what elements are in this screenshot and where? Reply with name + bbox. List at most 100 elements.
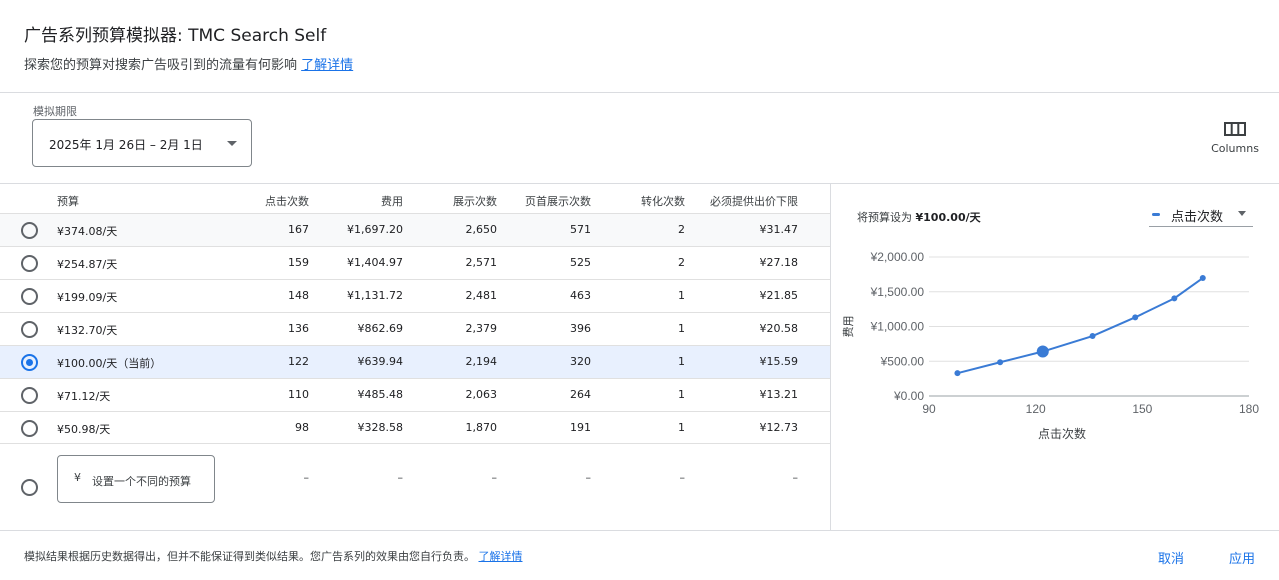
cell-clicks-empty: – xyxy=(303,471,310,484)
cell-impressions: 2,063 xyxy=(465,388,498,401)
cell-conversions-empty: – xyxy=(679,471,686,484)
series-line xyxy=(957,277,1204,375)
dialog-title: 广告系列预算模拟器: TMC Search Self xyxy=(24,26,327,46)
cell-impressions: 2,571 xyxy=(465,256,498,269)
cell-top-impressions: 320 xyxy=(570,355,591,368)
cell-clicks: 148 xyxy=(288,289,309,302)
cell-top-impressions: 571 xyxy=(570,223,591,236)
budget-radio[interactable] xyxy=(21,420,38,437)
data-point xyxy=(1089,333,1096,340)
cell-budget: ¥199.09/天 xyxy=(57,291,118,304)
cell-budget: ¥374.08/天 xyxy=(57,225,118,238)
cell-min-bid: ¥31.47 xyxy=(759,223,799,236)
cell-cost-empty: – xyxy=(397,471,404,484)
cell-conversions: 1 xyxy=(678,355,685,368)
cell-min-bid: ¥27.18 xyxy=(759,256,799,269)
cell-cost: ¥639.94 xyxy=(357,355,404,368)
subtitle-text: 探索您的预算对搜索广告吸引到的流量有何影响 xyxy=(24,58,298,73)
currency-sign: ¥ xyxy=(74,471,81,484)
date-range-select[interactable]: 2025年 1月 26日 – 2月 1日 xyxy=(32,119,252,167)
x-tick-label: 180 xyxy=(1239,402,1259,416)
table-row-current[interactable]: ¥100.00/天（当前） 122 ¥639.94 2,194 320 1 ¥1… xyxy=(0,345,830,378)
y-tick-label: ¥2,000.00 xyxy=(870,250,925,264)
custom-budget-row: ¥ 设置一个不同的预算 – – – – – – xyxy=(0,443,830,530)
dialog-subtitle: 探索您的预算对搜索广告吸引到的流量有何影响 了解详情 xyxy=(24,54,353,73)
cell-impressions: 1,870 xyxy=(465,421,498,434)
cell-clicks: 159 xyxy=(288,256,309,269)
header-conversions: 转化次数 xyxy=(641,195,685,208)
cell-min-bid: ¥12.73 xyxy=(759,421,799,434)
custom-budget-input[interactable]: ¥ 设置一个不同的预算 xyxy=(57,455,215,503)
learn-more-link[interactable]: 了解详情 xyxy=(301,58,353,73)
data-point xyxy=(1199,275,1206,282)
cell-budget: ¥100.00/天（当前） xyxy=(57,357,162,370)
columns-button[interactable]: Columns xyxy=(1204,119,1266,159)
cell-clicks: 110 xyxy=(288,388,309,401)
cell-top-impressions: 191 xyxy=(570,421,591,434)
table-row[interactable]: ¥71.12/天 110 ¥485.48 2,063 264 1 ¥13.21 xyxy=(0,378,830,411)
budget-radio-selected[interactable] xyxy=(21,354,38,371)
table-row[interactable]: ¥199.09/天 148 ¥1,131.72 2,481 463 1 ¥21.… xyxy=(0,279,830,312)
data-point xyxy=(1171,295,1178,302)
cell-budget: ¥71.12/天 xyxy=(57,390,111,403)
table-row[interactable]: ¥374.08/天 167 ¥1,697.20 2,650 571 2 ¥31.… xyxy=(0,213,830,246)
cost-clicks-chart: ¥0.00 ¥500.00 ¥1,000.00 ¥1,500.00 ¥2,000.00 9… xyxy=(842,250,1259,441)
cancel-button[interactable]: 取消 xyxy=(1158,548,1184,567)
date-range-label: 模拟期限 xyxy=(33,105,77,118)
x-tick-label: 150 xyxy=(1132,402,1152,416)
y-tick-label: ¥1,500.00 xyxy=(870,285,925,299)
budget-radio[interactable] xyxy=(21,255,38,272)
cell-top-impressions-empty: – xyxy=(585,471,592,484)
cell-top-impressions: 463 xyxy=(570,289,591,302)
apply-button[interactable]: 应用 xyxy=(1229,548,1255,567)
budget-radio[interactable] xyxy=(21,387,38,404)
cell-min-bid: ¥13.21 xyxy=(759,388,799,401)
cell-cost: ¥1,131.72 xyxy=(347,289,403,302)
cell-min-bid: ¥15.59 xyxy=(759,355,799,368)
y-tick-label: ¥1,000.00 xyxy=(870,320,925,334)
y-axis-label: 费用 xyxy=(842,316,855,338)
budget-radio[interactable] xyxy=(21,222,38,239)
custom-budget-radio[interactable] xyxy=(21,479,38,496)
header-cost: 费用 xyxy=(381,195,403,208)
header-min-bid: 必须提供出价下限 xyxy=(710,195,798,208)
cell-clicks: 136 xyxy=(288,322,309,335)
cell-min-bid-empty: – xyxy=(792,471,799,484)
cell-budget: ¥132.70/天 xyxy=(57,324,118,337)
chart-panel: 将预算设为 ¥100.00/天 点击次数 ¥0.00 ¥500.00 ¥1,000.… xyxy=(831,183,1279,530)
disclaimer: 模拟结果根据历史数据得出，但并不能保证得到类似结果。您广告系列的效果由您自行负责… xyxy=(24,548,523,564)
cell-clicks: 98 xyxy=(295,421,309,434)
cell-conversions: 2 xyxy=(678,256,685,269)
cell-min-bid: ¥21.85 xyxy=(759,289,799,302)
cell-conversions: 1 xyxy=(678,421,685,434)
header-top-impressions: 页首展示次数 xyxy=(525,195,591,208)
caret-down-icon xyxy=(227,141,237,146)
date-range-value: 2025年 1月 26日 – 2月 1日 xyxy=(49,138,203,152)
budget-radio[interactable] xyxy=(21,321,38,338)
data-point xyxy=(1132,314,1139,321)
data-point xyxy=(954,370,961,377)
cell-budget: ¥254.87/天 xyxy=(57,258,118,271)
cell-cost: ¥485.48 xyxy=(357,388,404,401)
budget-radio[interactable] xyxy=(21,288,38,305)
y-tick-label: ¥500.00 xyxy=(880,354,925,368)
footer-learn-more-link[interactable]: 了解详情 xyxy=(479,550,523,563)
cell-cost: ¥1,404.97 xyxy=(347,256,403,269)
columns-label: Columns xyxy=(1211,142,1259,155)
cell-clicks: 167 xyxy=(288,223,309,236)
cell-impressions: 2,379 xyxy=(465,322,498,335)
table-row[interactable]: ¥132.70/天 136 ¥862.69 2,379 396 1 ¥20.58 xyxy=(0,312,830,345)
table-header: 预算 点击次数 费用 展示次数 页首展示次数 转化次数 必须提供出价下限 xyxy=(0,184,830,213)
custom-budget-placeholder: 设置一个不同的预算 xyxy=(92,475,191,488)
cell-top-impressions: 396 xyxy=(570,322,591,335)
dialog-header: 广告系列预算模拟器: TMC Search Self 探索您的预算对搜索广告吸引… xyxy=(0,0,1279,93)
cell-budget: ¥50.98/天 xyxy=(57,423,111,436)
disclaimer-text: 模拟结果根据历史数据得出，但并不能保证得到类似结果。您广告系列的效果由您自行负责… xyxy=(24,550,475,563)
cell-cost: ¥862.69 xyxy=(357,322,404,335)
x-tick-label: 120 xyxy=(1026,402,1046,416)
table-row[interactable]: ¥254.87/天 159 ¥1,404.97 2,571 525 2 ¥27.… xyxy=(0,246,830,279)
cell-cost: ¥328.58 xyxy=(357,421,404,434)
header-clicks: 点击次数 xyxy=(265,195,309,208)
table-row[interactable]: ¥50.98/天 98 ¥328.58 1,870 191 1 ¥12.73 xyxy=(0,411,830,444)
header-impressions: 展示次数 xyxy=(453,195,497,208)
